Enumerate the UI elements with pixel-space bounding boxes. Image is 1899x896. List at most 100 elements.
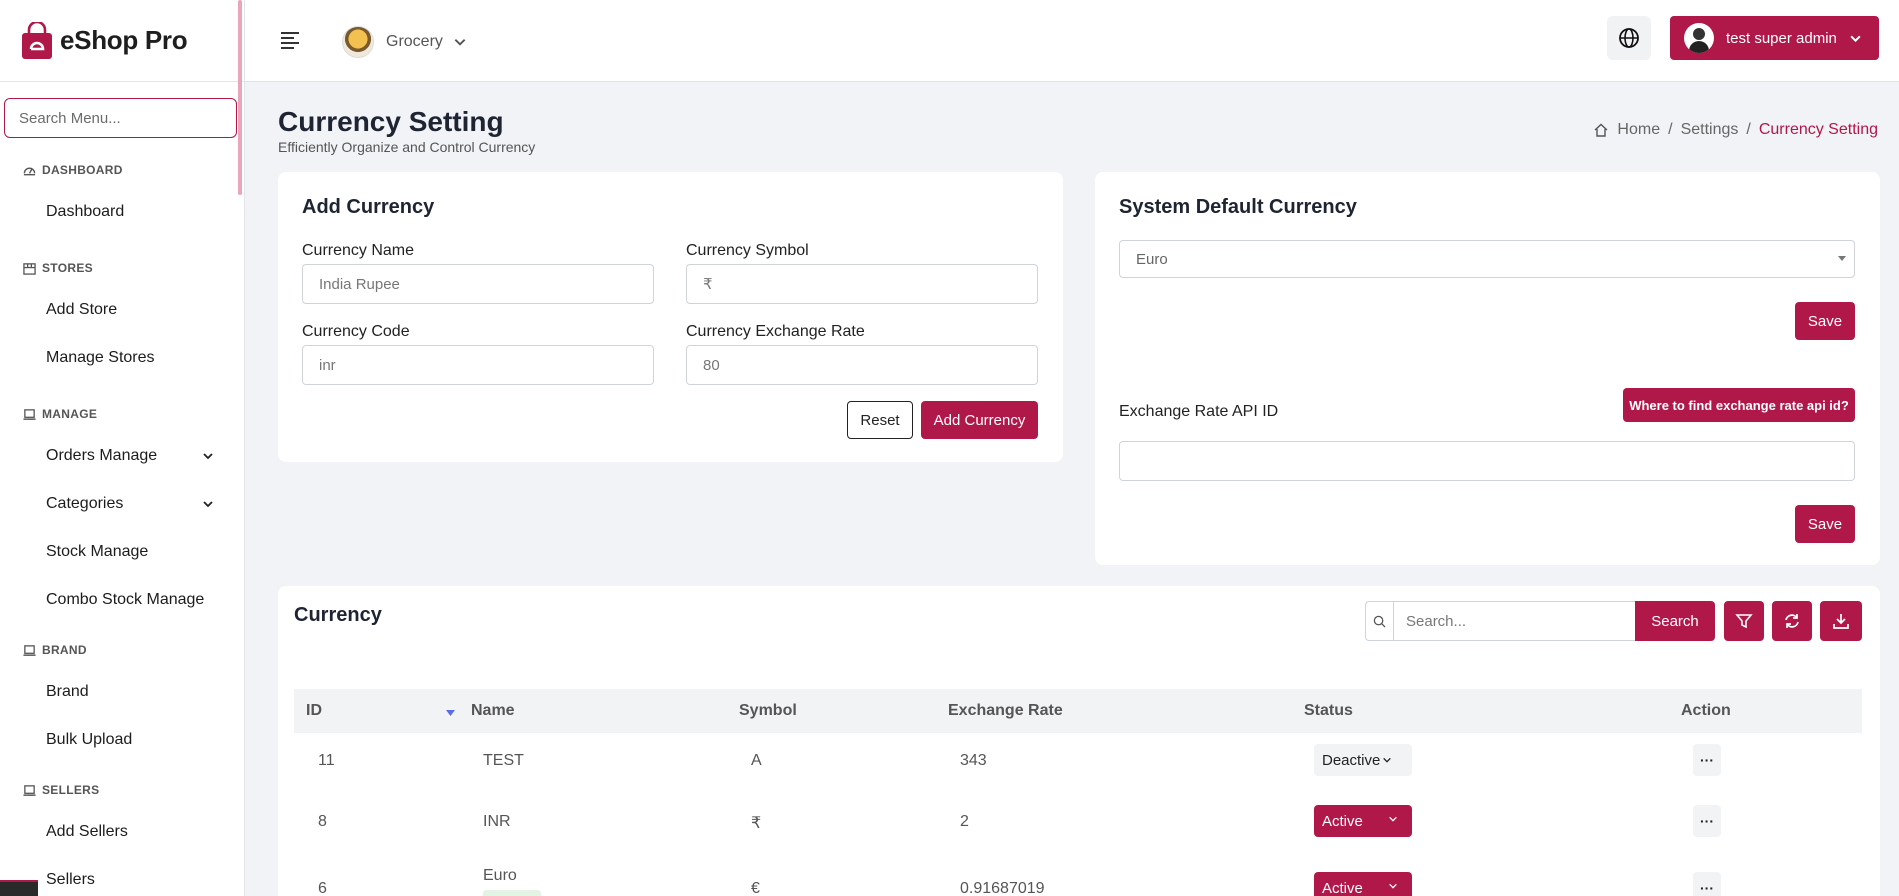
column-id[interactable]: ID — [306, 702, 322, 720]
refresh-button[interactable] — [1772, 601, 1812, 641]
sidebar-item-manage-stores[interactable]: Manage Stores — [0, 334, 240, 382]
currency-symbol-label: Currency Symbol — [686, 242, 809, 259]
currency-code-input[interactable]: inr — [302, 345, 654, 385]
status-dropdown[interactable]: Active — [1314, 805, 1412, 837]
cell-id: 6 — [318, 880, 327, 896]
exchange-rate-label: Currency Exchange Rate — [686, 323, 865, 340]
cell-exchange-rate: 2 — [960, 813, 969, 830]
status-value: Deactive — [1322, 751, 1381, 769]
brand-logo[interactable]: eShop Pro — [0, 0, 244, 82]
refresh-icon — [1785, 614, 1799, 628]
cell-exchange-rate: 343 — [960, 752, 987, 769]
user-menu-button[interactable]: test super admin — [1670, 16, 1879, 60]
column-symbol[interactable]: Symbol — [739, 702, 797, 720]
brand-name: eShop Pro — [60, 25, 188, 55]
table-header: ID Name Symbol Exchange Rate Status Acti… — [294, 689, 1862, 733]
exchange-rate-input[interactable]: 80 — [686, 345, 1038, 385]
chat-widget-thumbnail[interactable] — [0, 880, 38, 896]
breadcrumb-current: Currency Setting — [1758, 121, 1878, 138]
filter-button[interactable] — [1724, 601, 1764, 641]
column-action: Action — [1681, 702, 1731, 719]
cell-symbol: A — [751, 752, 762, 769]
sidebar-item-label: Add Store — [46, 301, 118, 318]
api-id-input[interactable] — [1119, 441, 1855, 481]
section-title: SELLERS — [42, 783, 100, 797]
add-currency-button[interactable]: Add Currency — [921, 401, 1038, 439]
breadcrumb-home[interactable]: Home — [1617, 121, 1660, 139]
currency-code-label: Currency Code — [302, 323, 410, 340]
status-dropdown[interactable]: Deactive — [1314, 744, 1412, 776]
section-sellers: SELLERS — [0, 772, 240, 808]
sidebar-item-add-store[interactable]: Add Store — [0, 286, 240, 334]
menu-toggle-icon[interactable] — [281, 32, 299, 49]
filter-icon — [1735, 614, 1753, 629]
sidebar-item-add-sellers[interactable]: Add Sellers — [0, 808, 240, 856]
section-title: DASHBOARD — [42, 163, 123, 177]
row-actions-button[interactable]: ··· — [1693, 872, 1721, 896]
card-title: Add Currency — [302, 196, 435, 218]
api-help-button[interactable]: Where to find exchange rate api id? — [1623, 388, 1855, 422]
gauge-icon — [22, 163, 36, 177]
section-title: STORES — [42, 261, 93, 275]
download-icon — [1833, 614, 1849, 629]
search-menu-input[interactable] — [4, 98, 237, 138]
chevron-down-icon — [1389, 816, 1397, 822]
cell-id: 8 — [318, 813, 327, 830]
table-search-input[interactable]: Search... — [1393, 601, 1636, 641]
reset-button[interactable]: Reset — [847, 401, 913, 439]
status-value: Active — [1322, 879, 1363, 896]
language-button[interactable] — [1607, 16, 1651, 60]
search-button[interactable]: Search — [1635, 601, 1715, 641]
sort-desc-icon[interactable] — [446, 710, 455, 717]
store-selector[interactable]: Grocery — [342, 26, 467, 58]
sidebar-item-bulk-upload[interactable]: Bulk Upload — [0, 716, 240, 764]
section-title: MANAGE — [42, 407, 98, 421]
api-id-label: Exchange Rate API ID — [1119, 403, 1279, 420]
download-button[interactable] — [1820, 601, 1862, 641]
sidebar-item-dashboard[interactable]: Dashboard — [0, 188, 240, 236]
sidebar-item-label: Add Sellers — [46, 823, 128, 840]
currency-name-input[interactable]: India Rupee — [302, 264, 654, 304]
globe-icon — [1619, 28, 1639, 48]
default-currency-select[interactable]: Euro — [1119, 240, 1855, 278]
column-status[interactable]: Status — [1304, 702, 1353, 720]
cell-exchange-rate: 0.91687019 — [960, 880, 1045, 896]
row-actions-button[interactable]: ··· — [1693, 744, 1721, 776]
sidebar-item-label: Manage Stores — [46, 349, 155, 366]
user-name: test super admin — [1726, 29, 1837, 47]
sidebar-item-label: Combo Stock Manage — [46, 591, 205, 608]
store-name: Grocery — [386, 33, 443, 50]
sidebar-item-label: Brand — [46, 683, 89, 700]
save-api-id-button[interactable]: Save — [1795, 505, 1855, 543]
sidebar-item-brand[interactable]: Brand — [0, 668, 240, 716]
chevron-down-icon — [203, 501, 213, 508]
cell-name: INR — [483, 813, 511, 830]
breadcrumb-separator: / — [1746, 121, 1751, 138]
chevron-down-icon — [203, 453, 213, 460]
sidebar-item-label: Stock Manage — [46, 543, 149, 560]
column-name[interactable]: Name — [471, 702, 515, 720]
row-actions-button[interactable]: ··· — [1693, 805, 1721, 837]
laptop-icon — [22, 783, 36, 797]
chevron-down-icon — [1850, 35, 1861, 42]
currency-symbol-input[interactable]: ₹ — [686, 264, 1038, 304]
sidebar: eShop Pro DASHBOARD Dashboard STORES Add… — [0, 0, 245, 896]
caret-down-icon — [1838, 256, 1846, 261]
add-currency-card: Add Currency Currency Name India Rupee C… — [278, 172, 1063, 462]
save-default-currency-button[interactable]: Save — [1795, 302, 1855, 340]
column-exchange-rate[interactable]: Exchange Rate — [948, 702, 1063, 720]
sidebar-item-orders-manage[interactable]: Orders Manage — [0, 432, 240, 480]
sidebar-item-stock-manage[interactable]: Stock Manage — [0, 528, 240, 576]
breadcrumb-settings[interactable]: Settings — [1681, 121, 1739, 139]
chevron-down-icon — [1383, 757, 1392, 763]
card-title: System Default Currency — [1119, 196, 1357, 218]
sidebar-item-label: Orders Manage — [46, 447, 158, 464]
page-subtitle: Efficiently Organize and Control Currenc… — [278, 139, 536, 155]
sidebar-item-combo-stock-manage[interactable]: Combo Stock Manage — [0, 576, 240, 624]
sidebar-item-categories[interactable]: Categories — [0, 480, 240, 528]
status-dropdown[interactable]: Active — [1314, 872, 1412, 896]
sidebar-item-label: Sellers — [46, 871, 95, 888]
sidebar-item-label: Categories — [46, 495, 124, 512]
page-title: Currency Setting — [278, 106, 504, 137]
cell-id: 11 — [318, 752, 335, 769]
